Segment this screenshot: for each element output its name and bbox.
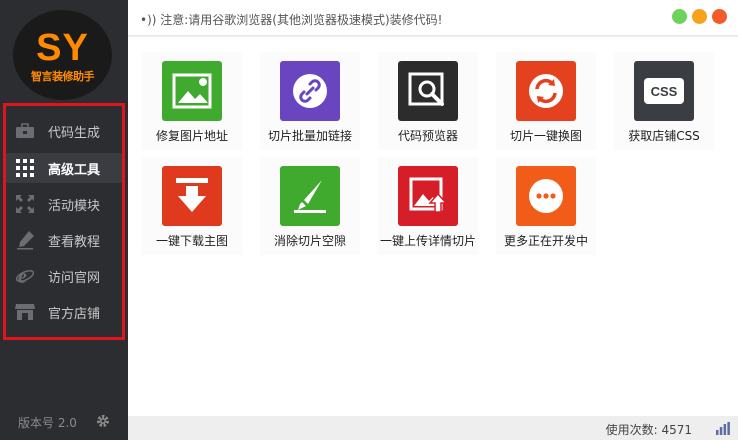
sidebar-item-label: 高级工具 — [48, 162, 101, 178]
sidebar-item-label: 访问官网 — [48, 270, 101, 286]
tool-get-store-css[interactable]: CSS 获取店铺CSS — [614, 52, 714, 150]
link-icon — [280, 61, 340, 121]
tool-code-preview[interactable]: 代码预览器 — [378, 52, 478, 150]
sidebar-item-label: 活动模块 — [48, 198, 101, 214]
notice-text: •)) 注意:请用谷歌浏览器(其他浏览器极速模式)装修代码! — [140, 13, 443, 27]
sidebar-item-advanced-tools[interactable]: 高级工具 — [6, 153, 122, 183]
tool-label: 获取店铺CSS — [628, 129, 700, 143]
grid-icon — [14, 157, 36, 179]
sidebar-item-tutorial[interactable]: 查看教程 — [6, 225, 122, 255]
close-button[interactable] — [712, 9, 727, 24]
sidebar-item-official-site[interactable]: e 访问官网 — [6, 261, 122, 291]
sidebar-item-code-gen[interactable]: 代码生成 — [6, 116, 122, 146]
preview-icon — [398, 61, 458, 121]
tools-panel: 修复图片地址 切片批量加链接 代码预览器 切片一键换图 CSS 获取店铺CSS … — [128, 37, 738, 416]
tool-label: 一键上传详情切片 — [379, 234, 476, 248]
more-icon — [516, 166, 576, 226]
tool-label: 切片批量加链接 — [267, 129, 352, 143]
tool-upload-detail-slices[interactable]: 一键上传详情切片 — [378, 157, 478, 255]
maximize-button[interactable] — [672, 9, 687, 24]
tool-batch-link[interactable]: 切片批量加链接 — [260, 52, 360, 150]
slice-gap-icon — [280, 166, 340, 226]
svg-text:e: e — [18, 266, 27, 286]
minimize-button[interactable] — [692, 9, 707, 24]
version-label: 版本号 2.0 — [18, 416, 77, 430]
sidebar-item-label: 查看教程 — [48, 234, 101, 250]
app-logo: SY 智言装修助手 — [13, 10, 112, 100]
usage-count: 使用次数: 4571 — [605, 423, 692, 437]
tool-label: 代码预览器 — [397, 129, 458, 143]
tool-label: 消除切片空隙 — [273, 234, 346, 248]
tool-label: 修复图片地址 — [155, 129, 228, 143]
signal-bars-icon — [716, 422, 730, 435]
sidebar-item-activity[interactable]: 活动模块 — [6, 189, 122, 219]
download-icon — [162, 166, 222, 226]
top-bar: •)) 注意:请用谷歌浏览器(其他浏览器极速模式)装修代码! — [128, 0, 738, 36]
store-icon — [14, 301, 36, 323]
tool-more-in-development[interactable]: 更多正在开发中 — [496, 157, 596, 255]
tool-remove-slice-gaps[interactable]: 消除切片空隙 — [260, 157, 360, 255]
image-repair-icon — [162, 61, 222, 121]
tool-label: 一键下载主图 — [155, 234, 228, 248]
css-icon: CSS — [634, 61, 694, 121]
briefcase-icon — [14, 120, 36, 142]
tool-repair-image-url[interactable]: 修复图片地址 — [142, 52, 242, 150]
swap-image-icon — [516, 61, 576, 121]
gear-icon[interactable] — [96, 414, 110, 428]
upload-icon — [398, 166, 458, 226]
sidebar-item-official-store[interactable]: 官方店铺 — [6, 297, 122, 327]
tool-label: 更多正在开发中 — [503, 234, 588, 248]
sidebar-item-label: 代码生成 — [48, 125, 101, 141]
logo-text: SY — [36, 27, 89, 69]
logo-subtitle: 智言装修助手 — [31, 70, 95, 83]
sidebar-item-label: 官方店铺 — [48, 306, 101, 322]
tool-label: 切片一键换图 — [509, 129, 582, 143]
expand-icon — [14, 193, 36, 215]
sidebar: SY 智言装修助手 代码生成 高级工具 活动模块 查看教程 e 访问官网 官方店… — [0, 0, 128, 440]
pen-icon — [14, 229, 36, 251]
tool-download-main-image[interactable]: 一键下载主图 — [142, 157, 242, 255]
ie-icon: e — [14, 265, 36, 287]
status-bar: 使用次数: 4571 — [128, 416, 738, 440]
tool-swap-image[interactable]: 切片一键换图 — [496, 52, 596, 150]
svg-text:CSS: CSS — [651, 84, 678, 99]
